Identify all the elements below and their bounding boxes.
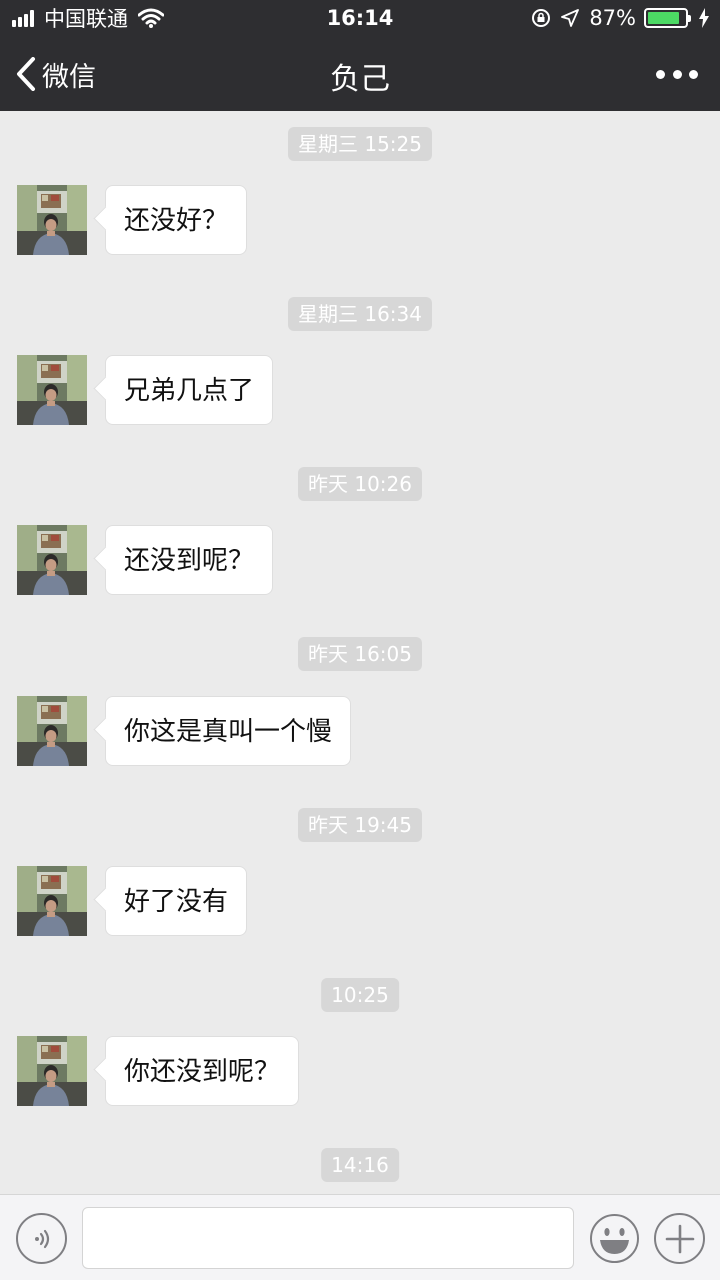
rotation-lock-icon xyxy=(531,8,551,28)
voice-icon xyxy=(34,1229,49,1248)
message-bubble[interactable]: 你这是真叫一个慢 xyxy=(105,696,352,766)
battery-fill xyxy=(648,12,680,24)
battery-icon xyxy=(644,8,691,28)
plus-button[interactable] xyxy=(654,1213,705,1264)
timestamp: 14:16 xyxy=(321,1148,399,1182)
emoji-icon xyxy=(590,1214,639,1263)
location-arrow-icon xyxy=(561,9,580,27)
battery-percent: 87% xyxy=(589,6,636,30)
voice-button[interactable] xyxy=(16,1213,67,1264)
status-bar: 中国联通 16:14 87% xyxy=(0,0,720,36)
message-bubble[interactable]: 兄弟几点了 xyxy=(105,355,274,425)
message-bubble[interactable]: 你还没到呢？ xyxy=(105,1036,300,1106)
timestamp: 星期三 16:34 xyxy=(288,297,432,331)
message-bubble[interactable]: 好了没有 xyxy=(105,866,248,936)
message-input[interactable] xyxy=(82,1207,574,1269)
avatar[interactable] xyxy=(17,525,87,595)
timestamp: 星期三 15:25 xyxy=(288,127,432,161)
timestamp: 昨天 10:26 xyxy=(298,467,422,501)
avatar[interactable] xyxy=(17,185,87,255)
avatar[interactable] xyxy=(17,355,87,425)
avatar[interactable] xyxy=(17,696,87,766)
nav-bar: 微信 负己 xyxy=(0,36,720,111)
timestamp: 昨天 19:45 xyxy=(298,808,422,842)
charging-bolt-icon xyxy=(698,8,710,28)
avatar[interactable] xyxy=(17,1036,87,1106)
status-right: 87% xyxy=(521,6,710,30)
input-bar xyxy=(0,1194,720,1280)
avatar[interactable] xyxy=(17,866,87,936)
timestamp: 10:25 xyxy=(321,978,399,1012)
plus-icon xyxy=(665,1224,694,1253)
timestamp: 昨天 16:05 xyxy=(298,637,422,671)
message-bubble[interactable]: 还没到呢？ xyxy=(105,525,274,595)
message-bubble[interactable]: 还没好？ xyxy=(105,185,248,255)
more-dots-icon[interactable] xyxy=(656,62,698,86)
page-title: 负己 xyxy=(330,62,390,97)
emoji-button[interactable] xyxy=(589,1213,640,1264)
chat-area[interactable]: 星期三 15:25 还没好？ 星期三 16:34 兄弟几点了 昨天 10:26 … xyxy=(0,111,720,1194)
